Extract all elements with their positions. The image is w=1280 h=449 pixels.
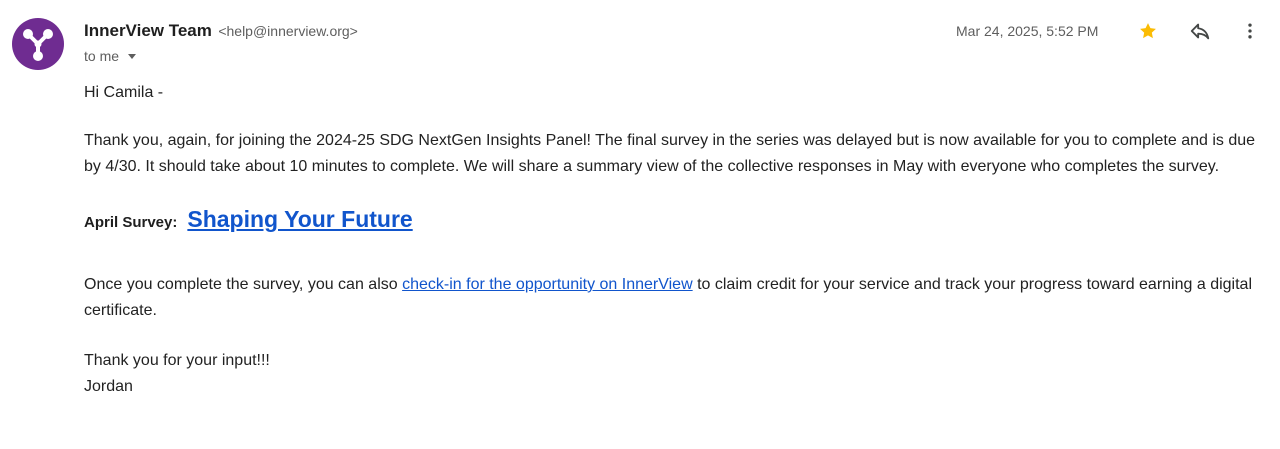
closing-line: Thank you for your input!!! xyxy=(84,352,270,369)
sender-name[interactable]: InnerView Team xyxy=(84,21,212,40)
more-options-button[interactable] xyxy=(1238,19,1262,43)
sender-avatar[interactable] xyxy=(12,18,64,70)
intro-paragraph: Thank you, again, for joining the 2024-2… xyxy=(84,132,1256,175)
checkin-paragraph: Once you complete the survey, you can al… xyxy=(84,272,1272,324)
reply-button[interactable] xyxy=(1188,19,1212,43)
innerview-logo-icon xyxy=(23,29,53,61)
star-button[interactable] xyxy=(1136,19,1160,43)
recipient-details-toggle[interactable]: to me xyxy=(84,46,137,66)
reply-icon xyxy=(1190,23,1210,40)
greeting: Hi Camila - xyxy=(84,84,164,101)
message-body: Hi Camila - Thank you, again, for joinin… xyxy=(84,80,1272,400)
survey-line: April Survey: Shaping Your Future xyxy=(84,206,1272,246)
checkin-link[interactable]: check-in for the opportunity on InnerVie… xyxy=(402,276,693,293)
message-timestamp: Mar 24, 2025, 5:52 PM xyxy=(956,23,1099,39)
signature: Jordan xyxy=(84,378,133,395)
sender-header: InnerView Team <help@innerview.org> xyxy=(84,19,358,43)
checkin-text-before: Once you complete the survey, you can al… xyxy=(84,276,403,293)
sender-email: <help@innerview.org> xyxy=(218,23,358,39)
star-icon xyxy=(1140,23,1156,39)
survey-link[interactable]: Shaping Your Future xyxy=(187,206,412,232)
survey-label: April Survey: xyxy=(84,214,178,231)
recipient-label: to me xyxy=(84,48,120,64)
chevron-down-icon xyxy=(128,54,137,59)
more-vertical-icon xyxy=(1248,23,1252,39)
